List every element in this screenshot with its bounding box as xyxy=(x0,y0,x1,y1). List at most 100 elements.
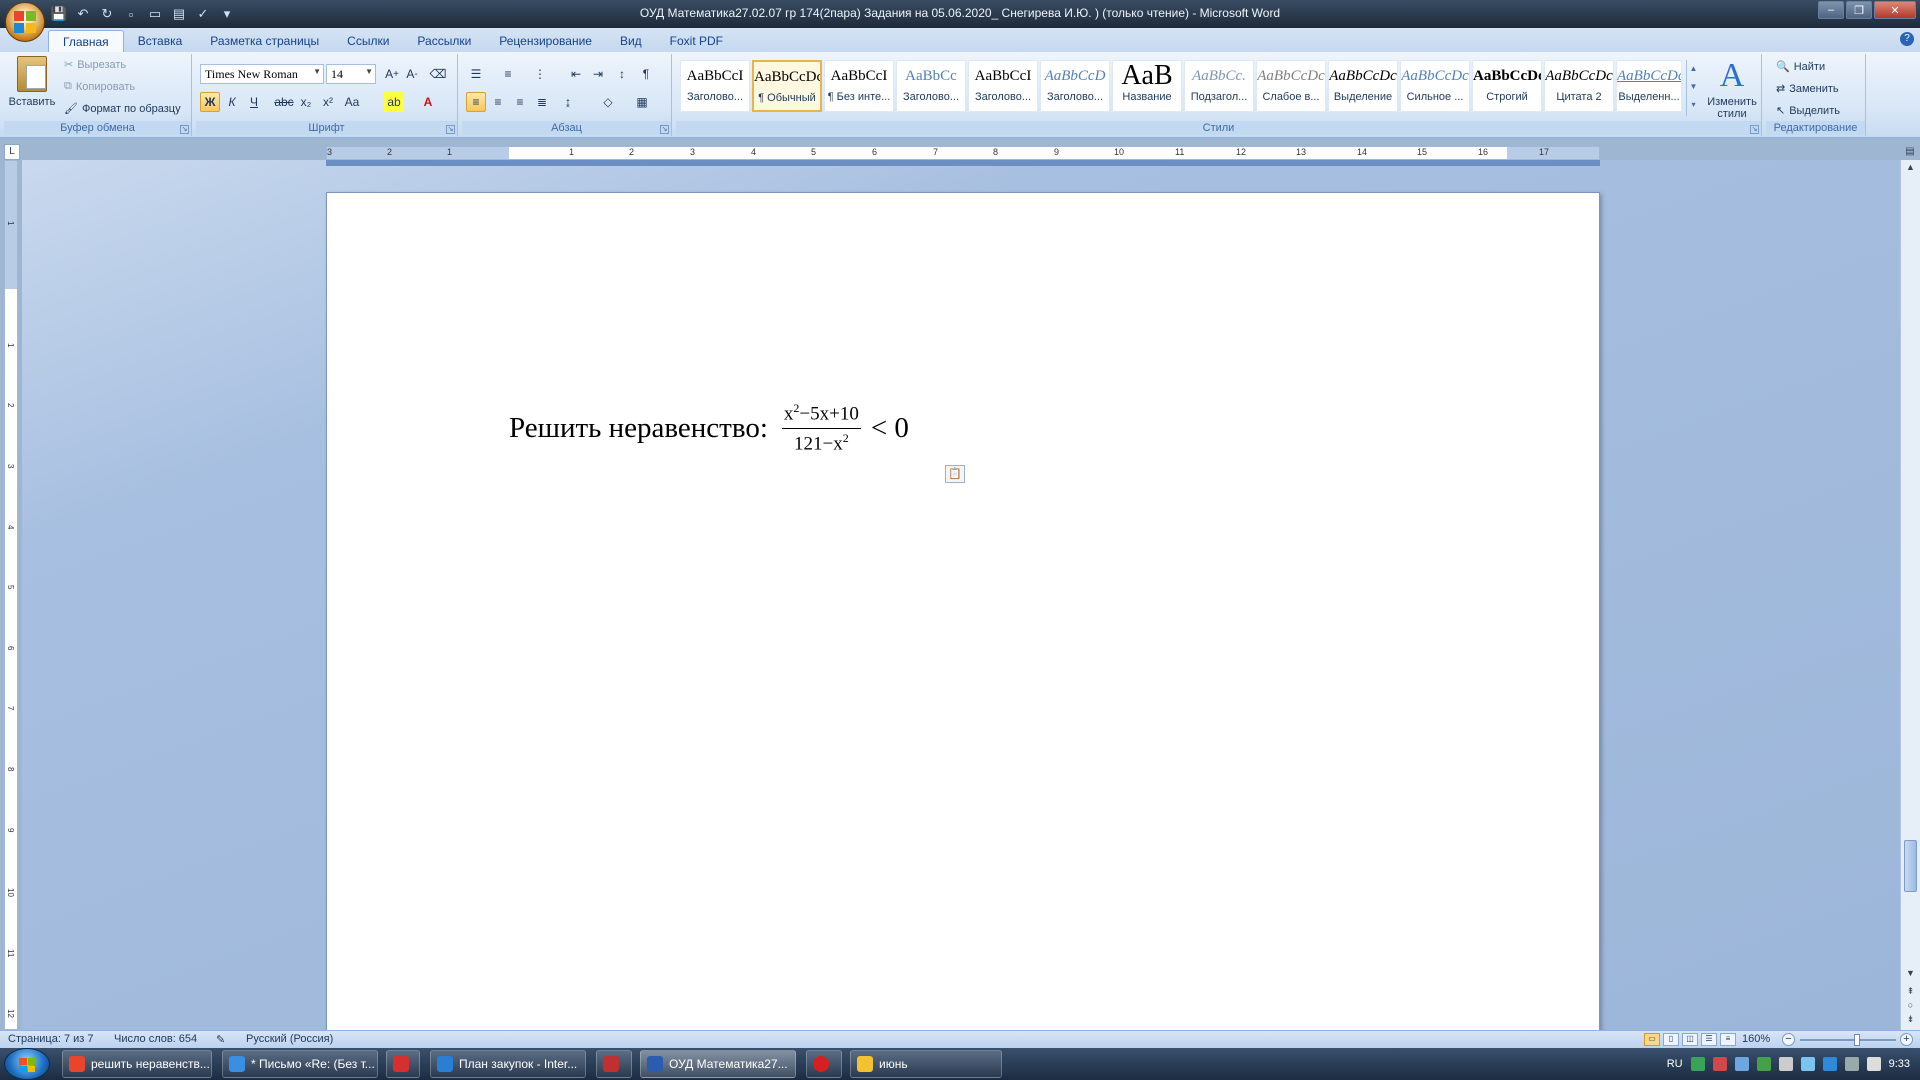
view-ruler-icon[interactable]: ▤ xyxy=(1902,146,1918,160)
tray-app-icon[interactable] xyxy=(1800,1057,1815,1071)
taskbar-item-folder[interactable]: июнь xyxy=(850,1050,1002,1078)
highlight-icon[interactable]: ab xyxy=(384,92,404,112)
style-heading-3[interactable]: AaBbCcI Заголово... xyxy=(968,60,1038,112)
copy-button[interactable]: ⧉ Копировать xyxy=(64,80,135,93)
zoom-in-icon[interactable]: + xyxy=(1900,1033,1913,1046)
spelling-status-icon[interactable]: ✎ xyxy=(216,1033,225,1046)
volume-icon[interactable] xyxy=(1866,1057,1881,1071)
browse-object-icon[interactable]: ○ xyxy=(1904,1000,1917,1014)
style-heading-4[interactable]: AaBbCcD Заголово... xyxy=(1040,60,1110,112)
previous-page-icon[interactable]: ⇞ xyxy=(1904,986,1917,1000)
style-intense-emphasis[interactable]: AaBbCcDc Сильное ... xyxy=(1400,60,1470,112)
taskbar-item-browser[interactable]: решить неравенств... xyxy=(62,1050,212,1078)
style-emphasis[interactable]: AaBbCcDc Выделение xyxy=(1328,60,1398,112)
scroll-up-icon[interactable]: ▲ xyxy=(1904,162,1917,176)
scroll-down-icon[interactable]: ▼ xyxy=(1904,968,1917,982)
paste-options-icon[interactable]: 📋 xyxy=(945,465,965,483)
taskbar-item-app[interactable] xyxy=(386,1050,420,1078)
zoom-slider[interactable] xyxy=(1800,1034,1896,1046)
change-styles-button[interactable]: A Изменить стили xyxy=(1704,56,1760,120)
replace-button[interactable]: ⇄ Заменить xyxy=(1776,82,1839,96)
zoom-out-icon[interactable]: − xyxy=(1782,1033,1795,1046)
more-styles-icon[interactable]: ▾ xyxy=(1687,96,1700,114)
tray-app-icon[interactable] xyxy=(1756,1057,1771,1071)
styles-scroll[interactable]: ▲ ▼ ▾ xyxy=(1686,60,1700,116)
find-button[interactable]: 🔍 Найти xyxy=(1776,60,1825,74)
outline-view-icon[interactable]: ☰ xyxy=(1701,1033,1717,1046)
taskbar-item-app2[interactable] xyxy=(596,1050,632,1078)
style-subtle-emphasis[interactable]: AaBbCcDc Слабое в... xyxy=(1256,60,1326,112)
word-count[interactable]: Число слов: 654 xyxy=(114,1033,197,1045)
tab-view[interactable]: Вид xyxy=(606,30,656,53)
show-marks-icon[interactable]: ¶ xyxy=(636,64,656,84)
tab-review[interactable]: Рецензирование xyxy=(485,30,606,53)
next-page-icon[interactable]: ⇟ xyxy=(1904,1014,1917,1028)
restore-button[interactable]: ❐ xyxy=(1846,1,1872,19)
subscript-button[interactable]: x₂ xyxy=(296,92,316,112)
style-strong[interactable]: AaBbCcDc Строгий xyxy=(1472,60,1542,112)
italic-button[interactable]: К xyxy=(222,92,242,112)
tray-app-icon[interactable] xyxy=(1822,1057,1837,1071)
align-right-icon[interactable]: ≡ xyxy=(510,92,530,112)
tab-page-layout[interactable]: Разметка страницы xyxy=(196,30,333,53)
borders-icon[interactable]: ▦ xyxy=(632,92,652,112)
bullets-icon[interactable]: ☰ xyxy=(466,64,486,84)
justify-icon[interactable]: ≣ xyxy=(532,92,552,112)
decrease-indent-icon[interactable]: ⇤ xyxy=(566,64,586,84)
horizontal-ruler[interactable]: 3 2 1 1 2 3 4 5 6 7 8 9 10 11 12 13 14 1… xyxy=(326,146,1600,160)
taskbar-item-ie[interactable]: План закупок - Inter... xyxy=(430,1050,586,1078)
style-heading-2[interactable]: AaBbCc Заголово... xyxy=(896,60,966,112)
draft-view-icon[interactable]: ≡ xyxy=(1720,1033,1736,1046)
help-icon[interactable]: ? xyxy=(1900,32,1914,46)
taskbar-item-mail[interactable]: * Письмо «Re: (Без т... xyxy=(222,1050,378,1078)
shading-icon[interactable]: ◇ xyxy=(598,92,618,112)
taskbar-item-word[interactable]: ОУД Математика27... xyxy=(640,1050,796,1078)
tab-references[interactable]: Ссылки xyxy=(333,30,403,53)
multilevel-list-icon[interactable]: ⋮ xyxy=(530,64,550,84)
bold-button[interactable]: Ж xyxy=(200,92,220,112)
styles-launcher-icon[interactable]: ↘ xyxy=(1750,125,1759,134)
network-icon[interactable] xyxy=(1844,1057,1859,1071)
tab-insert[interactable]: Вставка xyxy=(124,30,197,53)
style-title[interactable]: AaB Название xyxy=(1112,60,1182,112)
style-subtitle[interactable]: AaBbCc. Подзагол... xyxy=(1184,60,1254,112)
language-indicator[interactable]: Русский (Россия) xyxy=(246,1033,333,1045)
page-indicator[interactable]: Страница: 7 из 7 xyxy=(8,1033,94,1045)
zoom-slider-thumb[interactable] xyxy=(1854,1034,1860,1046)
clock[interactable]: 9:33 xyxy=(1889,1058,1910,1070)
scrollbar-thumb[interactable] xyxy=(1904,840,1917,892)
align-center-icon[interactable]: ≡ xyxy=(488,92,508,112)
tab-home[interactable]: Главная xyxy=(48,30,124,53)
font-launcher-icon[interactable]: ↘ xyxy=(446,125,455,134)
paste-button[interactable]: Вставить xyxy=(8,56,56,118)
clear-formatting-icon[interactable]: ⌫ xyxy=(428,64,448,84)
style-normal[interactable]: AaBbCcDc ¶ Обычный xyxy=(752,60,822,112)
zoom-level[interactable]: 160% xyxy=(1742,1033,1770,1045)
task-line[interactable]: Решить неравенство: x2−5x+10 121−x2 < 0 xyxy=(509,401,909,456)
select-button[interactable]: ↖ Выделить xyxy=(1776,104,1840,118)
vertical-scrollbar[interactable]: ▲ ▼ ⇞ ○ ⇟ xyxy=(1900,160,1920,1030)
close-button[interactable]: ✕ xyxy=(1874,1,1916,19)
style-heading-1[interactable]: AaBbCcI Заголово... xyxy=(680,60,750,112)
tab-selector[interactable]: L xyxy=(4,144,20,160)
style-no-spacing[interactable]: AaBbCcI ¶ Без инте... xyxy=(824,60,894,112)
paragraph-launcher-icon[interactable]: ↘ xyxy=(660,125,669,134)
print-layout-icon[interactable]: ▭ xyxy=(1644,1033,1660,1046)
office-button[interactable] xyxy=(5,2,45,42)
clipboard-launcher-icon[interactable]: ↘ xyxy=(180,125,189,134)
tray-app-icon[interactable] xyxy=(1712,1057,1727,1071)
shrink-font-button[interactable]: A- xyxy=(402,64,422,84)
strikethrough-button[interactable]: abc xyxy=(274,92,294,112)
grow-font-button[interactable]: A + xyxy=(382,64,402,84)
numbering-icon[interactable]: ≡ xyxy=(498,64,518,84)
tray-app-icon[interactable] xyxy=(1690,1057,1705,1071)
change-case-button[interactable]: Aa xyxy=(342,92,362,112)
vertical-ruler[interactable]: 1 1 2 3 4 5 6 7 8 9 10 11 12 xyxy=(4,160,18,1030)
sort-icon[interactable]: ↕ xyxy=(612,64,632,84)
cut-button[interactable]: ✂ Вырезать xyxy=(64,58,126,72)
full-screen-reading-icon[interactable]: ▯ xyxy=(1663,1033,1679,1046)
tray-app-icon[interactable] xyxy=(1778,1057,1793,1071)
minimize-button[interactable]: – xyxy=(1818,1,1844,19)
line-spacing-icon[interactable]: ↨ xyxy=(558,92,578,112)
tab-foxit-pdf[interactable]: Foxit PDF xyxy=(656,30,737,53)
